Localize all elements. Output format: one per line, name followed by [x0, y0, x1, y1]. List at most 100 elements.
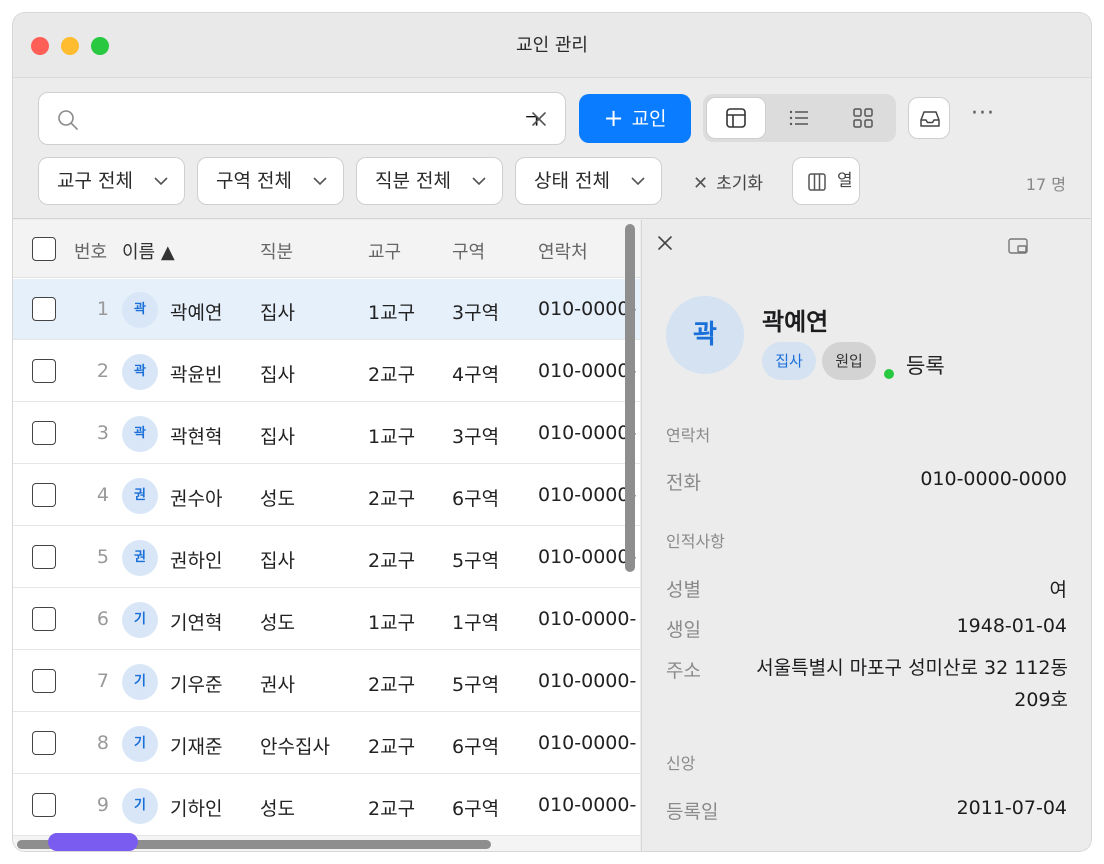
row-zone: 1구역 — [452, 612, 500, 634]
row-checkbox[interactable] — [32, 421, 56, 445]
table-view-option[interactable] — [707, 98, 765, 138]
table-row[interactable]: 7 기 기우준 권사 2교구 5구역 010-0000- — [13, 651, 640, 712]
row-checkbox[interactable] — [32, 297, 56, 321]
row-district: 2교구 — [368, 488, 416, 510]
table-row[interactable]: 4 권 권수아 성도 2교구 6구역 010-0000- — [13, 465, 640, 526]
table-row[interactable]: 6 기 기연혁 성도 1교구 1구역 010-0000- — [13, 589, 640, 650]
zone-filter[interactable]: 구역 전체 — [197, 157, 344, 205]
zone-filter-label: 구역 전체 — [216, 170, 292, 192]
row-district: 1교구 — [368, 426, 416, 448]
status-dot — [884, 369, 894, 379]
header-name[interactable]: 이름 ▲ — [122, 238, 175, 264]
list-view-icon — [789, 110, 808, 126]
grid-view-icon — [853, 108, 873, 128]
plus-icon: + — [603, 104, 624, 132]
personal-section-title: 인적사항 — [666, 532, 725, 551]
row-role: 안수집사 — [260, 736, 330, 758]
view-mode-switcher — [703, 94, 896, 142]
district-filter[interactable]: 교구 전체 — [38, 157, 185, 205]
row-checkbox[interactable] — [32, 731, 56, 755]
status-filter[interactable]: 상태 전체 — [515, 157, 662, 205]
row-contact: 010-0000- — [538, 608, 637, 630]
row-checkbox[interactable] — [32, 483, 56, 507]
header-contact[interactable]: 연락처 — [538, 238, 588, 264]
table-header: 번호 이름 ▲ 직분 교구 구역 연락처 — [13, 220, 640, 278]
row-name: 곽예연 — [170, 302, 223, 324]
row-avatar: 기 — [122, 602, 158, 638]
row-name: 권수아 — [170, 488, 223, 510]
row-checkbox[interactable] — [32, 545, 56, 569]
row-number: 4 — [96, 484, 109, 506]
member-name: 곽예연 — [762, 308, 829, 336]
table-row[interactable]: 5 권 권하인 집사 2교구 5구역 010-0000- — [13, 527, 640, 588]
detail-panel: 곽 곽예연 집사 원입 등록 연락처 전화 010-0000-0000 인적사항… — [641, 220, 1091, 851]
table-row[interactable]: 2 곽 곽윤빈 집사 2교구 4구역 010-0000- — [13, 341, 640, 402]
row-number: 6 — [96, 608, 109, 630]
row-contact: 010-0000- — [538, 794, 637, 816]
row-avatar: 권 — [122, 540, 158, 576]
add-member-button[interactable]: + 교인 — [579, 94, 691, 143]
header-district[interactable]: 교구 — [368, 238, 401, 264]
inbox-button[interactable] — [908, 97, 950, 139]
table-row[interactable]: 8 기 기재준 안수집사 2교구 6구역 010-0000- — [13, 713, 640, 774]
member-avatar: 곽 — [666, 296, 744, 374]
row-district: 2교구 — [368, 364, 416, 386]
row-role: 성도 — [260, 612, 295, 634]
member-table: 번호 이름 ▲ 직분 교구 구역 연락처 1 곽 곽예연 집사 1교구 3구역 010-00… — [13, 220, 640, 851]
toolbar: ㄱ + 교인 ··· 교구 전체 구역 전체 직분 전체 상태 전체 ✕ 초기화… — [13, 79, 1091, 219]
row-number: 8 — [96, 732, 109, 754]
row-number: 1 — [96, 298, 109, 320]
table-row[interactable]: 1 곽 곽예연 집사 1교구 3구역 010-0000- — [13, 279, 640, 340]
gender-label: 성별 — [666, 579, 701, 601]
row-district: 2교구 — [368, 550, 416, 572]
row-district: 1교구 — [368, 612, 416, 634]
columns-button[interactable]: 열 — [792, 157, 860, 205]
row-number: 5 — [96, 546, 109, 568]
row-name: 곽현혁 — [170, 426, 223, 448]
row-checkbox[interactable] — [32, 359, 56, 383]
gender-value: 여 — [1049, 579, 1067, 601]
chevron-down-icon — [631, 177, 645, 186]
add-member-label: 교인 — [631, 108, 667, 130]
reset-label: 초기화 — [716, 174, 764, 194]
row-checkbox[interactable] — [32, 607, 56, 631]
row-contact: 010-0000- — [538, 484, 637, 506]
row-contact: 010-0000- — [538, 546, 637, 568]
header-zone[interactable]: 구역 — [452, 238, 485, 264]
row-name: 곽윤빈 — [170, 364, 223, 386]
grid-view-option[interactable] — [834, 98, 892, 138]
address-label: 주소 — [666, 660, 701, 682]
row-number: 9 — [96, 794, 109, 816]
row-avatar: 곽 — [122, 354, 158, 390]
vertical-scrollbar[interactable] — [625, 224, 635, 572]
row-checkbox[interactable] — [32, 669, 56, 693]
search-input[interactable]: ㄱ — [95, 105, 541, 134]
clear-search-icon[interactable] — [529, 109, 549, 129]
row-name: 기재준 — [170, 736, 223, 758]
close-detail-icon[interactable] — [656, 234, 674, 252]
columns-label: 열 — [837, 171, 853, 191]
row-role: 집사 — [260, 364, 295, 386]
status-text: 등록 — [906, 354, 945, 378]
row-contact: 010-0000- — [538, 298, 637, 320]
row-avatar: 권 — [122, 478, 158, 514]
more-options-icon[interactable]: ··· — [971, 101, 995, 126]
header-role[interactable]: 직분 — [260, 238, 293, 264]
row-checkbox[interactable] — [32, 793, 56, 817]
search-field[interactable]: ㄱ — [38, 92, 566, 145]
table-row[interactable]: 3 곽 곽현혁 집사 1교구 3구역 010-0000- — [13, 403, 640, 464]
list-view-option[interactable] — [770, 98, 828, 138]
picture-in-picture-icon[interactable] — [1008, 237, 1030, 255]
phone-value: 010-0000-0000 — [920, 468, 1067, 490]
chevron-down-icon — [313, 177, 327, 186]
close-icon: ✕ — [693, 173, 709, 194]
role-filter[interactable]: 직분 전체 — [356, 157, 503, 205]
select-all-checkbox[interactable] — [32, 237, 56, 261]
reset-filters-button[interactable]: ✕ 초기화 — [693, 169, 763, 194]
row-district: 2교구 — [368, 736, 416, 758]
header-number[interactable]: 번호 — [74, 238, 107, 264]
chevron-down-icon — [154, 177, 168, 186]
table-row[interactable]: 9 기 기하인 성도 2교구 6구역 010-0000- — [13, 775, 640, 836]
row-avatar: 기 — [122, 726, 158, 762]
row-role: 권사 — [260, 674, 295, 696]
